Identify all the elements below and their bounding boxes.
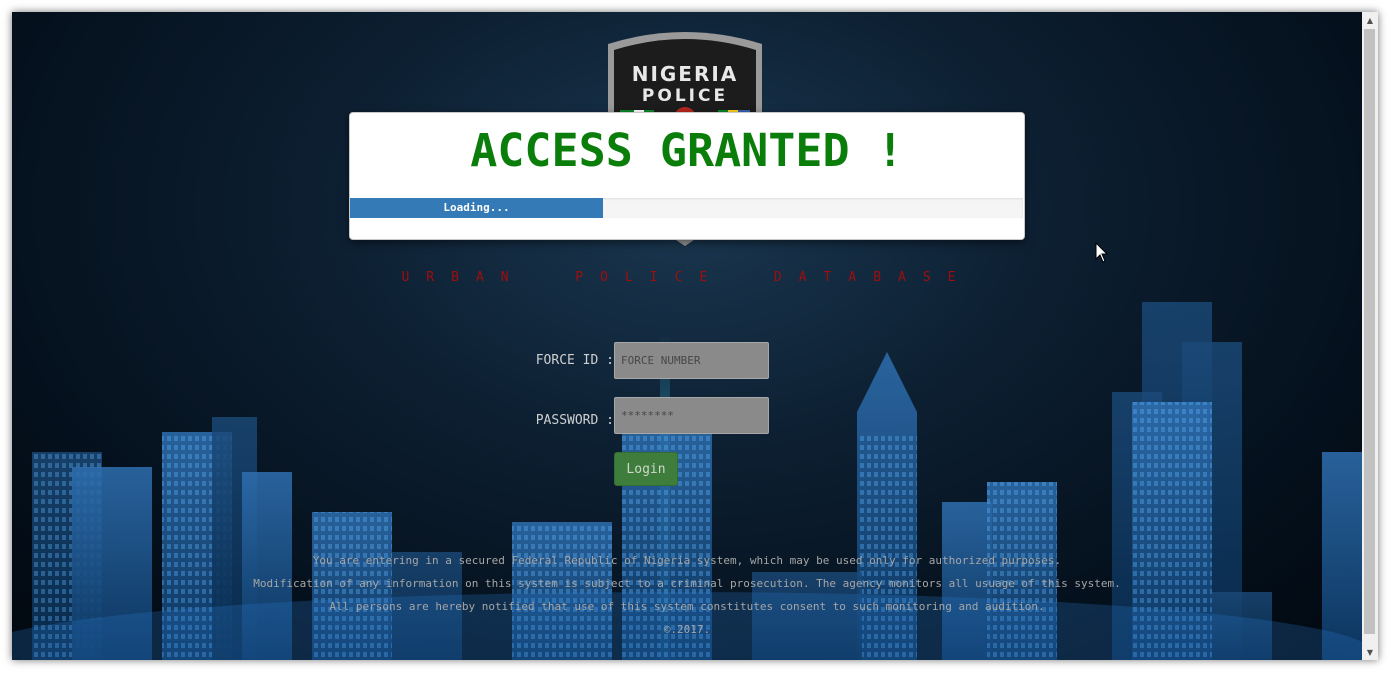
disclaimer-line-3: All persons are hereby notified that use…: [329, 600, 1045, 613]
disclaimer-line-2: Modification of any information on this …: [253, 577, 1121, 590]
legal-disclaimer: You are entering in a secured Federal Re…: [12, 549, 1362, 641]
login-button[interactable]: Login: [614, 452, 678, 486]
force-id-label: FORCE ID :: [535, 353, 614, 368]
access-granted-title: ACCESS GRANTED !: [470, 124, 904, 177]
scrollbar-thumb[interactable]: [1364, 29, 1375, 634]
badge-text-bottom: POLICE: [642, 86, 728, 106]
force-id-input[interactable]: [614, 342, 769, 379]
loading-progress-bar: Loading...: [350, 198, 604, 218]
disclaimer-line-1: You are entering in a secured Federal Re…: [312, 554, 1062, 567]
password-label: PASSWORD :: [535, 413, 614, 428]
loading-progress-track: Loading...: [350, 198, 1023, 218]
vertical-scrollbar[interactable]: ▲ ▼: [1362, 12, 1378, 660]
copyright-text: ©.2017.: [663, 623, 711, 636]
urban-police-database-tagline: URBAN POLICE DATABASE: [401, 270, 973, 285]
scroll-up-arrow-icon[interactable]: ▲: [1362, 12, 1378, 28]
badge-text-top: NIGERIA: [632, 62, 739, 86]
browser-window: NIGERIA POLICE URBAN POLICE DATABASE FOR…: [12, 12, 1378, 660]
access-granted-modal: ACCESS GRANTED ! Loading...: [349, 112, 1025, 240]
password-input[interactable]: [614, 397, 769, 434]
page-viewport: NIGERIA POLICE URBAN POLICE DATABASE FOR…: [12, 12, 1362, 660]
mouse-pointer-icon: [1095, 242, 1109, 263]
scroll-down-arrow-icon[interactable]: ▼: [1362, 644, 1378, 660]
